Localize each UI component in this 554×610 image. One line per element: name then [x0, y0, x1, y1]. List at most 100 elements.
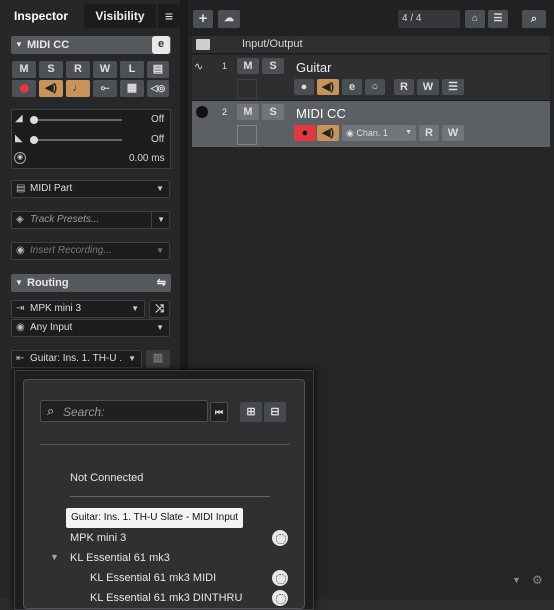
- write-automation-button[interactable]: W: [442, 125, 464, 141]
- edit-instrument-icon[interactable]: e: [152, 36, 170, 54]
- solo-button[interactable]: S: [262, 58, 284, 74]
- audio-waveform-icon: ∿: [194, 61, 204, 73]
- add-track-icon[interactable]: +: [193, 10, 213, 28]
- menu-icon[interactable]: ≡: [158, 4, 180, 28]
- shuffle-icon[interactable]: ⤨: [149, 300, 170, 318]
- expand-triangle-icon[interactable]: ▼: [50, 552, 59, 562]
- volume-icon: ◢: [15, 113, 23, 124]
- track-name: MIDI CC: [27, 39, 70, 51]
- solo-button[interactable]: S: [39, 61, 63, 78]
- input-arrow-icon: ⇥: [16, 303, 25, 314]
- tab-visibility[interactable]: Visibility: [84, 4, 156, 28]
- delay-icon: ◉: [14, 152, 26, 164]
- collapse-triangle-icon: ▼: [15, 40, 23, 49]
- record-enable-button[interactable]: ●: [294, 125, 316, 141]
- monitor-icon[interactable]: ◀): [317, 125, 339, 141]
- list-item-not-connected[interactable]: Not Connected: [70, 472, 143, 484]
- read-automation-button[interactable]: R: [66, 61, 90, 78]
- chevron-down-icon: ▼: [128, 354, 136, 363]
- track-number: 2: [222, 107, 228, 117]
- keyboard-icon[interactable]: ▥: [146, 350, 170, 368]
- mute-button[interactable]: M: [12, 61, 36, 78]
- midi-port-icon: ◉: [16, 322, 25, 333]
- read-automation-button[interactable]: R: [419, 125, 439, 141]
- input-transformer-icon[interactable]: ◁◎: [147, 80, 169, 97]
- collapse-all-icon[interactable]: ⊟: [264, 402, 286, 422]
- home-icon[interactable]: ⌂: [465, 10, 485, 28]
- search-icon: ⌕: [47, 403, 55, 418]
- expand-all-icon[interactable]: ⊞: [240, 402, 262, 422]
- insert-recording-select[interactable]: ◉ Insert Recording... ▼: [11, 242, 170, 260]
- write-automation-button[interactable]: W: [417, 79, 439, 95]
- search-input[interactable]: ⌕ Search:: [40, 400, 208, 422]
- track-color-box[interactable]: [237, 125, 257, 145]
- read-automation-button[interactable]: R: [394, 79, 414, 95]
- track-counter: 4 / 4: [398, 10, 460, 28]
- midi-channel-select[interactable]: ◉ Chan. 1 ▼: [342, 125, 416, 141]
- track-name[interactable]: Guitar: [296, 60, 331, 75]
- lanes-icon[interactable]: ☰: [442, 79, 464, 95]
- gear-icon[interactable]: ⚙: [532, 573, 543, 587]
- clear-search-icon[interactable]: ⏮: [210, 402, 228, 422]
- list-item-mpk[interactable]: MPK mini 3: [70, 532, 126, 544]
- midi-port-icon: [272, 530, 288, 546]
- monitor-icon[interactable]: ◀): [317, 79, 339, 95]
- editor-icon[interactable]: ▤: [147, 61, 169, 78]
- track-name-header[interactable]: ▼ MIDI CC: [11, 36, 171, 54]
- input-channel-select[interactable]: ◉ Any Input ▼: [11, 319, 170, 337]
- midi-port-icon: [272, 590, 288, 606]
- midi-port-icon: [272, 570, 288, 586]
- search-icon[interactable]: ⌕: [522, 10, 546, 28]
- folder-icon: [196, 39, 210, 50]
- pan-icon: ◣: [15, 133, 23, 144]
- chevron-down-icon: ▼: [156, 246, 164, 255]
- track-name[interactable]: MIDI CC: [296, 106, 346, 121]
- edit-channel-icon[interactable]: e: [342, 79, 362, 95]
- divider: [70, 496, 270, 497]
- routing-header[interactable]: ▼ Routing ⇋: [11, 274, 171, 292]
- linear-time-icon[interactable]: ⟜: [93, 80, 117, 97]
- divider: [40, 444, 290, 445]
- list-item-selected[interactable]: Guitar: Ins. 1. TH-U Slate - MIDI Input: [66, 508, 244, 528]
- freeze-icon[interactable]: ○: [365, 79, 385, 95]
- record-enable-button[interactable]: [12, 80, 36, 97]
- output-routing-popup: ⌕ Search: ⏮ ⊞ ⊟ Not Connected Guitar: In…: [14, 370, 314, 610]
- volume-slider[interactable]: [30, 116, 122, 124]
- list-item-kl-din[interactable]: KL Essential 61 mk3 DINTHRU: [90, 592, 242, 604]
- collapse-triangle-icon: ▼: [15, 278, 23, 287]
- chevron-down-icon: ▼: [405, 129, 412, 136]
- monitor-icon[interactable]: ◀): [39, 80, 63, 97]
- freeze-icon[interactable]: ▦: [120, 80, 144, 97]
- chevron-down-icon[interactable]: ▼: [512, 575, 521, 585]
- output-select[interactable]: ⇤ Guitar: Ins. 1. TH-U . ▼: [11, 350, 142, 368]
- preset-icon: ◈: [16, 214, 24, 225]
- mute-button[interactable]: M: [237, 104, 259, 120]
- list-item-group[interactable]: KL Essential 61 mk3: [70, 552, 170, 564]
- volume-value: Off: [151, 114, 165, 125]
- folder-name: Input/Output: [242, 38, 303, 50]
- write-automation-button[interactable]: W: [93, 61, 117, 78]
- tab-inspector[interactable]: Inspector: [0, 4, 82, 28]
- midi-port-icon: ◉: [346, 128, 354, 138]
- musical-note-icon[interactable]: ♩: [66, 80, 90, 97]
- search-placeholder: Search:: [63, 405, 105, 419]
- input-device-select[interactable]: ⇥ MPK mini 3 ▼: [11, 300, 145, 318]
- add-track-options-icon[interactable]: ☁: [218, 10, 240, 28]
- part-type-select[interactable]: ▤ MIDI Part ▼: [11, 180, 170, 198]
- list-item-kl-midi[interactable]: KL Essential 61 mk3 MIDI: [90, 572, 216, 584]
- track-presets-select[interactable]: ◈ Track Presets... ▼: [11, 211, 170, 229]
- pan-slider[interactable]: [30, 136, 122, 144]
- midi-port-icon: [196, 106, 208, 118]
- insert-recording-icon: ◉: [16, 245, 25, 256]
- output-arrow-icon: ⇤: [16, 353, 25, 364]
- track-number: 1: [222, 61, 228, 71]
- mute-button[interactable]: M: [237, 58, 259, 74]
- chevron-down-icon: ▼: [156, 323, 164, 332]
- delay-value[interactable]: 0.00 ms: [129, 153, 165, 164]
- routing-icon: ⇋: [156, 277, 166, 289]
- track-color-box[interactable]: [237, 79, 257, 99]
- solo-button[interactable]: S: [262, 104, 284, 120]
- lock-button[interactable]: L: [120, 61, 144, 78]
- record-enable-button[interactable]: ●: [294, 79, 314, 95]
- list-view-icon[interactable]: ☰: [488, 10, 508, 28]
